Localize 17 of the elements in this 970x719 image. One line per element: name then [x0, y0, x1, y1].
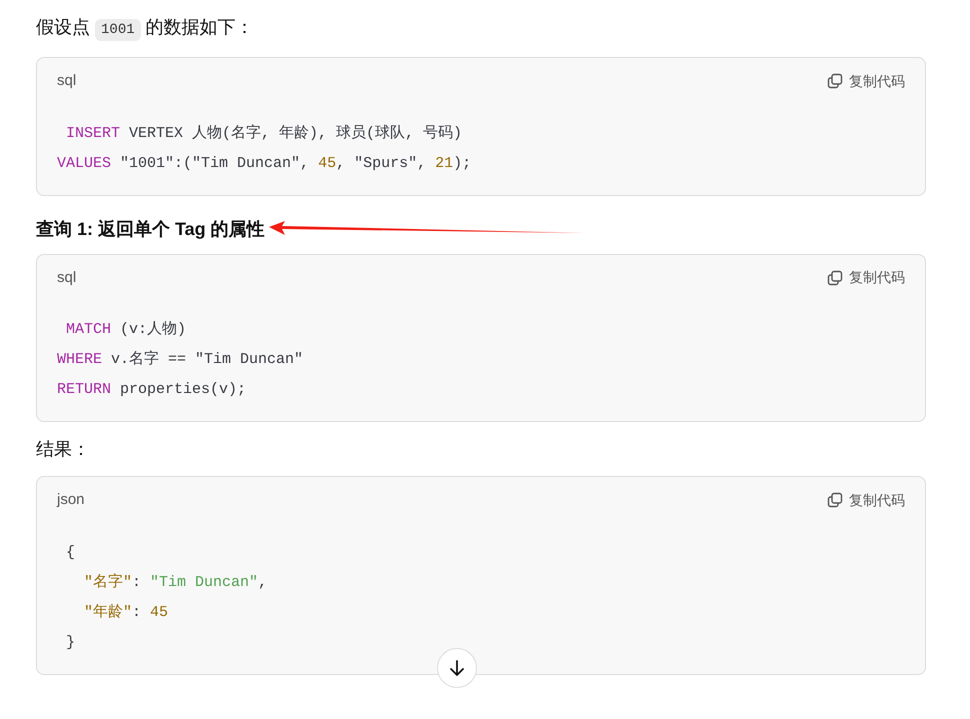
copy-icon: [827, 492, 843, 508]
copy-code-button[interactable]: 复制代码: [827, 267, 905, 288]
paragraph: 结果：: [36, 438, 91, 461]
copy-icon: [827, 73, 843, 90]
code-listing: MATCH (v:人物) WHERE v.名字 == "Tim Duncan" RETURN properties(v);: [57, 320, 304, 400]
code-listing: { "名字": "Tim Duncan", "年龄": 45 }: [65, 542, 268, 652]
language-label: sql: [57, 268, 76, 288]
paragraph: 假设点 1001 的数据如下：: [36, 12, 926, 45]
copy-code-button[interactable]: 复制代码: [827, 70, 905, 92]
scroll-down-button[interactable]: [437, 648, 477, 688]
section-heading: 查询 1: 返回单个 Tag 的属性: [36, 218, 265, 241]
arrow-down-icon: [448, 658, 466, 676]
language-label: sql: [57, 71, 76, 91]
copy-icon: [827, 270, 843, 286]
copy-code-button[interactable]: 复制代码: [827, 490, 905, 511]
language-label: json: [57, 490, 85, 510]
code-listing: INSERT VERTEX 人物(名字, 年龄), 球员(球队, 号码) VALUES "1001":("Tim Duncan", 45, "Spurs", 21);: [57, 123, 472, 174]
